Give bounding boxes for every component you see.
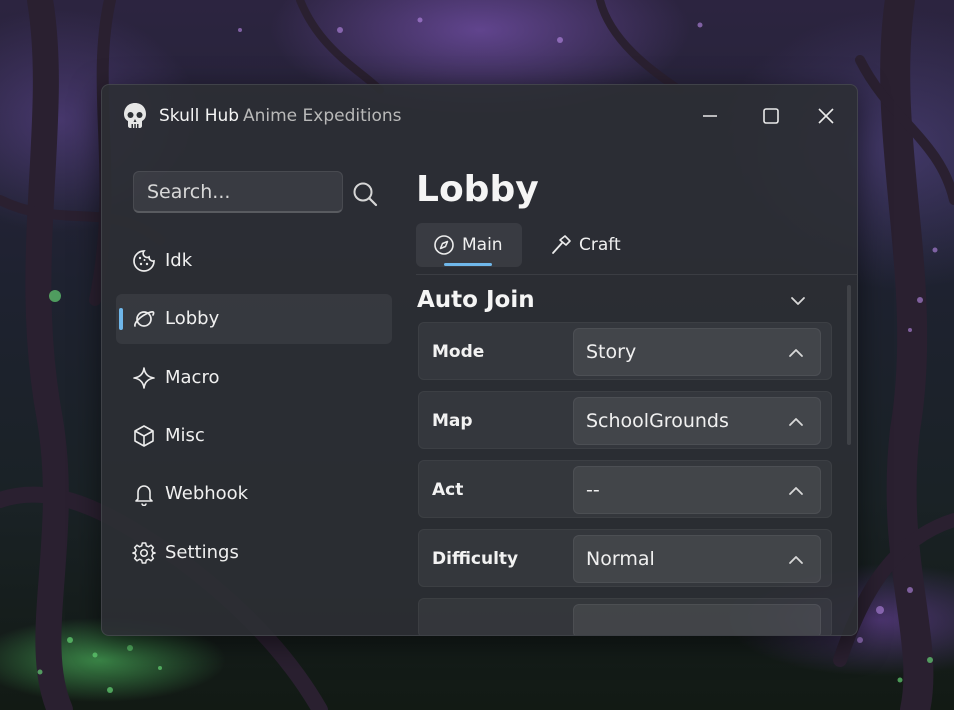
compass-icon xyxy=(434,235,454,255)
search-icon[interactable] xyxy=(351,180,379,208)
sidebar-item-label: Idk xyxy=(165,250,193,271)
tab-label: Craft xyxy=(579,235,621,255)
chevron-up-icon xyxy=(789,418,803,426)
search-placeholder: Search... xyxy=(147,180,231,203)
search-input[interactable]: Search... xyxy=(133,171,343,213)
partial-dropdown[interactable] xyxy=(573,604,821,635)
setting-label: Difficulty xyxy=(432,549,519,569)
setting-row-difficulty: Difficulty Normal xyxy=(418,529,832,587)
tab-craft[interactable]: Craft xyxy=(533,223,633,267)
cookie-icon xyxy=(133,250,155,272)
app-subtitle: Anime Expeditions xyxy=(243,106,402,126)
maximize-button[interactable] xyxy=(753,99,789,133)
dropdown-value: Story xyxy=(586,341,637,363)
difficulty-dropdown[interactable]: Normal xyxy=(573,535,821,583)
setting-row-partial xyxy=(418,598,832,635)
sidebar-item-lobby[interactable]: Lobby xyxy=(116,294,392,344)
tabs-divider xyxy=(416,274,857,275)
minimize-icon xyxy=(703,115,717,117)
gear-icon xyxy=(132,542,156,564)
tab-underline xyxy=(444,263,492,266)
setting-label: Act xyxy=(432,480,464,500)
dropdown-value: -- xyxy=(586,479,600,501)
skull-icon xyxy=(124,103,146,128)
app-name: Skull Hub xyxy=(159,106,240,126)
title-bar[interactable]: Skull Hub Anime Expeditions xyxy=(102,85,857,147)
page-title: Lobby xyxy=(416,169,539,210)
sidebar-item-macro[interactable]: Macro xyxy=(116,353,392,403)
dropdown-value: SchoolGrounds xyxy=(586,410,729,432)
maximize-icon xyxy=(763,108,779,124)
close-icon xyxy=(818,108,834,124)
sidebar-item-webhook[interactable]: Webhook xyxy=(116,469,392,519)
sidebar-item-label: Misc xyxy=(165,425,205,446)
sidebar-item-label: Macro xyxy=(165,367,220,388)
sidebar-item-misc[interactable]: Misc xyxy=(116,411,392,461)
minimize-button[interactable] xyxy=(692,99,728,133)
scrollbar[interactable] xyxy=(847,285,851,445)
tab-label: Main xyxy=(462,235,503,255)
sidebar-item-label: Webhook xyxy=(165,483,249,504)
setting-row-act: Act -- xyxy=(418,460,832,518)
sidebar-item-settings[interactable]: Settings xyxy=(116,528,392,578)
act-dropdown[interactable]: -- xyxy=(573,466,821,514)
setting-row-mode: Mode Story xyxy=(418,322,832,380)
hammer-icon xyxy=(552,235,571,254)
dropdown-value: Normal xyxy=(586,548,655,570)
active-indicator xyxy=(119,308,123,330)
sidebar-item-label: Lobby xyxy=(165,308,220,329)
chevron-up-icon xyxy=(789,556,803,564)
sidebar-item-label: Settings xyxy=(165,542,239,563)
sidebar-item-idk[interactable]: Idk xyxy=(116,236,392,286)
bell-icon xyxy=(135,485,153,506)
section-title: Auto Join xyxy=(417,287,535,313)
box-icon xyxy=(134,425,154,447)
sparkle-icon xyxy=(133,367,155,389)
map-dropdown[interactable]: SchoolGrounds xyxy=(573,397,821,445)
tab-main[interactable]: Main xyxy=(416,223,522,267)
chevron-down-icon[interactable] xyxy=(788,291,808,311)
mode-dropdown[interactable]: Story xyxy=(573,328,821,376)
setting-label: Map xyxy=(432,411,473,431)
planet-icon xyxy=(134,311,155,327)
app-window: Skull Hub Anime Expeditions Search... Id… xyxy=(101,84,858,636)
chevron-up-icon xyxy=(789,349,803,357)
chevron-up-icon xyxy=(789,487,803,495)
setting-row-map: Map SchoolGrounds xyxy=(418,391,832,449)
close-button[interactable] xyxy=(808,99,844,133)
setting-label: Mode xyxy=(432,342,485,362)
